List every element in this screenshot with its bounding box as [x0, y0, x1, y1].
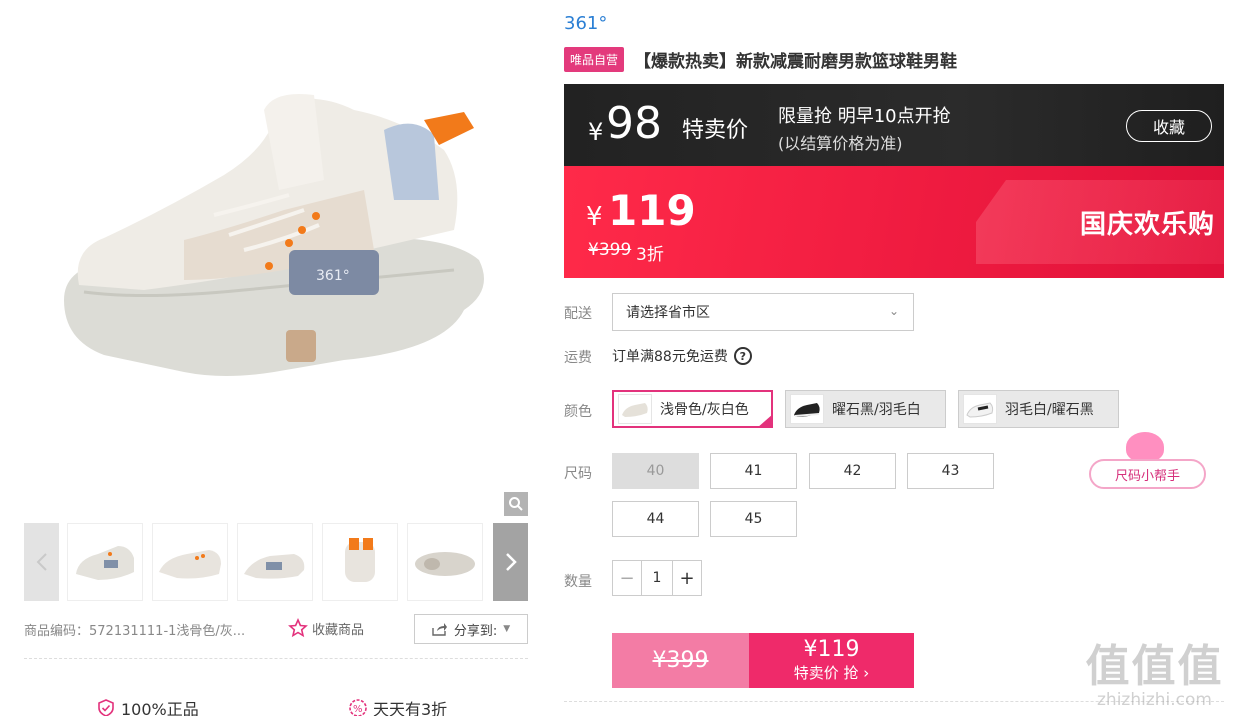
- color-option-selected[interactable]: 浅骨色/灰白色: [612, 390, 773, 428]
- thumbnail-item[interactable]: [407, 523, 483, 601]
- selected-check-icon: [757, 414, 773, 428]
- buy-now-area[interactable]: ¥119 特卖价 抢 ›: [749, 633, 914, 688]
- watermark-logo: 值值值: [1085, 641, 1224, 692]
- guarantee-authentic-label: 100%正品: [121, 700, 199, 716]
- discount-rate: 3折: [636, 245, 664, 265]
- magnifier-icon: [509, 497, 523, 511]
- color-option-label: 曜石黑/羽毛白: [832, 402, 921, 418]
- region-select[interactable]: 请选择省市区 ⌄: [612, 293, 914, 331]
- size-option[interactable]: 44: [612, 501, 699, 537]
- zoom-button[interactable]: [504, 492, 528, 516]
- product-title: 【爆款热卖】新款减震耐磨男款篮球鞋男鞋: [634, 52, 958, 72]
- caret-down-icon: ▼: [503, 624, 511, 634]
- meta-divider: [24, 658, 528, 659]
- color-swatch: [963, 394, 997, 424]
- shipping-info: 订单满88元免运费 ?: [612, 346, 752, 366]
- buy-price: ¥119: [803, 637, 860, 662]
- size-helper-button[interactable]: 尺码小帮手: [1089, 459, 1206, 489]
- color-swatch: [618, 394, 652, 424]
- size-option[interactable]: 41: [710, 453, 797, 489]
- color-swatch: [790, 394, 824, 424]
- color-option[interactable]: 羽毛白/曜石黑: [958, 390, 1119, 428]
- shield-check-icon: [98, 699, 114, 716]
- size-option-disabled: 40: [612, 453, 699, 489]
- promo-event-label: 国庆欢乐购: [1080, 210, 1216, 240]
- size-label: 尺码: [564, 466, 592, 482]
- flash-sale-note: (以结算价格为准): [778, 134, 903, 153]
- thumbnail-item[interactable]: [152, 523, 228, 601]
- shipping-label: 运费: [564, 350, 592, 366]
- thumbnail-next-button[interactable]: [493, 523, 528, 601]
- color-label: 颜色: [564, 404, 592, 420]
- thumbnail-item[interactable]: [67, 523, 143, 601]
- self-operated-badge: 唯品自营: [564, 47, 625, 72]
- quantity-increment-button[interactable]: +: [673, 561, 701, 595]
- size-option[interactable]: 43: [907, 453, 994, 489]
- guarantee-discount: % 天天有3折: [348, 696, 447, 716]
- brand-link[interactable]: 361°: [564, 13, 607, 34]
- star-icon: [288, 618, 308, 638]
- watermark-url: zhizhizhi.com: [1097, 690, 1212, 710]
- flash-sale-notice: 限量抢 明早10点开抢: [778, 106, 951, 127]
- quantity-label: 数量: [564, 574, 592, 590]
- question-icon[interactable]: ?: [733, 347, 752, 365]
- main-product-image[interactable]: 361°: [24, 0, 528, 516]
- quantity-decrement-button[interactable]: −: [613, 561, 641, 595]
- svg-text:%: %: [353, 704, 363, 715]
- shipping-text: 订单满88元免运费: [612, 349, 728, 365]
- share-dropdown[interactable]: 分享到: ▼: [414, 614, 528, 644]
- favorite-button[interactable]: 收藏: [1126, 110, 1212, 142]
- percent-badge-icon: %: [349, 699, 367, 716]
- thumbnail-item[interactable]: [237, 523, 313, 601]
- flash-price-label: 特卖价: [682, 118, 749, 143]
- share-icon: [432, 623, 447, 636]
- sku-code: 商品编码：572131111-1浅骨色/灰...: [24, 624, 246, 639]
- quantity-stepper: − 1 +: [612, 560, 702, 596]
- thumbnail-item[interactable]: [322, 523, 398, 601]
- delivery-label: 配送: [564, 306, 592, 322]
- chevron-right-icon: [505, 553, 517, 571]
- buy-original-price: ¥399: [612, 633, 749, 688]
- product-meta-row: 商品编码：572131111-1浅骨色/灰... 收藏商品 分享到: ▼: [24, 614, 528, 644]
- flash-sale-banner: ¥ 98 特卖价 限量抢 明早10点开抢 (以结算价格为准) 收藏: [564, 84, 1224, 166]
- thumbnail-prev-button[interactable]: [24, 523, 59, 601]
- guarantee-authentic: 100%正品: [96, 696, 199, 716]
- current-price-banner: ¥ 119 ¥399 3折 国庆欢乐购: [564, 166, 1224, 278]
- current-yen-sign: ¥: [586, 202, 603, 232]
- flash-price: 98: [606, 98, 662, 149]
- chevron-left-icon: [36, 553, 47, 571]
- favorite-product-label: 收藏商品: [312, 622, 365, 638]
- mascot-icon: [1126, 432, 1164, 462]
- favorite-product-link[interactable]: 收藏商品: [288, 618, 364, 638]
- thumbnail-strip: [24, 523, 528, 601]
- share-label: 分享到:: [453, 623, 498, 639]
- buy-label: 特卖价 抢 ›: [793, 664, 870, 682]
- flash-yen-sign: ¥: [588, 118, 604, 146]
- chevron-down-icon: ⌄: [888, 304, 899, 318]
- color-option[interactable]: 曜石黑/羽毛白: [785, 390, 946, 428]
- site-watermark: 值值值 zhizhizhi.com: [1082, 630, 1227, 710]
- color-option-label: 羽毛白/曜石黑: [1005, 402, 1094, 418]
- title-row: 唯品自营 【爆款热卖】新款减震耐磨男款篮球鞋男鞋: [564, 47, 957, 72]
- svg-text:361°: 361°: [316, 268, 350, 284]
- size-option[interactable]: 42: [809, 453, 896, 489]
- buy-button[interactable]: ¥399 ¥119 特卖价 抢 ›: [612, 633, 914, 688]
- size-option[interactable]: 45: [710, 501, 797, 537]
- original-price: ¥399: [588, 240, 632, 260]
- guarantee-discount-label: 天天有3折: [373, 700, 448, 716]
- region-select-value: 请选择省市区: [626, 305, 710, 321]
- color-option-label: 浅骨色/灰白色: [660, 402, 749, 418]
- current-price: 119: [608, 186, 696, 235]
- quantity-value[interactable]: 1: [641, 561, 673, 595]
